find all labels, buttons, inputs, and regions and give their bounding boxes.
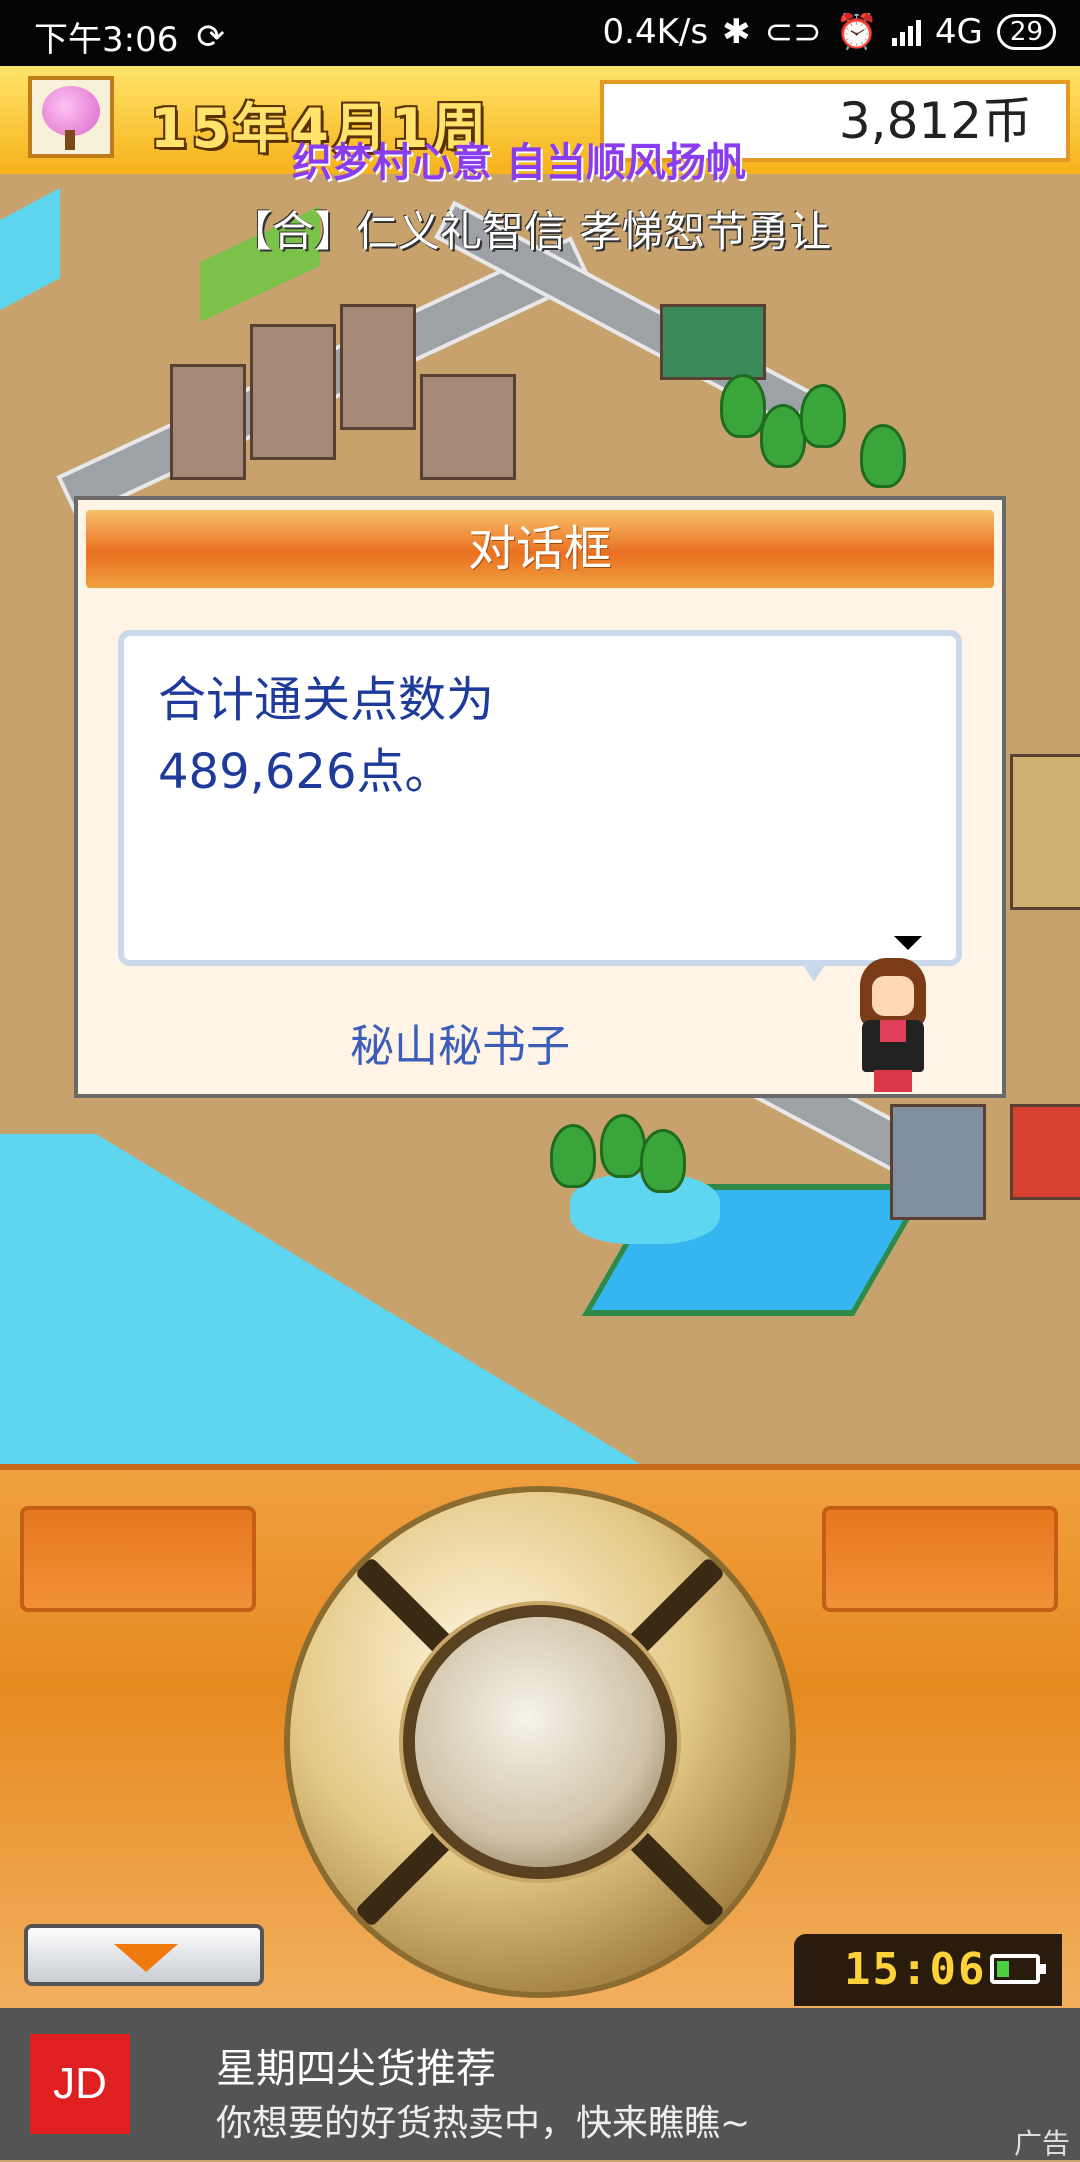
battery-icon — [990, 1954, 1046, 1984]
status-time: 下午3:06 — [34, 20, 179, 60]
dialog-box[interactable]: 对话框 合计通关点数为 489,626点。 秘山秘书子 — [74, 496, 1006, 1098]
bluetooth-icon: ✱ — [722, 12, 751, 52]
message-text: 合计通关点数为 489,626点。 — [158, 664, 918, 808]
ad-banner[interactable]: JD 星期四尖货推荐 你想要的好货热卖中，快来瞧瞧~ 广告 — [0, 2008, 1080, 2160]
clock-time: 15:06 — [844, 1944, 987, 1995]
season-tree-icon[interactable] — [28, 76, 114, 158]
next-arrow-icon[interactable] — [894, 936, 922, 950]
control-panel: 15:06 — [0, 1464, 1080, 2014]
toggle-icon: ⊂⊃ — [764, 12, 822, 52]
jd-logo: JD — [30, 2034, 130, 2134]
game-clock: 15:06 — [794, 1934, 1062, 2006]
message-line-1: 合计通关点数为 — [158, 672, 495, 728]
status-bar: 下午3:06 ⟳ 0.4K/s ✱ ⊂⊃ ⏰ 4G 29 — [0, 0, 1080, 66]
left-soft-button[interactable] — [20, 1506, 256, 1612]
ad-label: 广告 — [1013, 2127, 1070, 2160]
right-soft-button[interactable] — [822, 1506, 1058, 1612]
secretary-avatar — [844, 958, 944, 1092]
speaker-name: 秘山秘书子 — [350, 1021, 570, 1072]
dial-center-button[interactable] — [415, 1617, 665, 1867]
ad-subtitle: 你想要的好货热卖中，快来瞧瞧~ — [216, 2103, 751, 2144]
village-motto-banner: 【合】仁义礼智信 孝悌恕节勇让 — [230, 207, 832, 256]
village-slogan: 织梦村心意 自当顺风扬帆 — [292, 140, 746, 186]
alarm-icon: ⏰ — [835, 12, 878, 52]
signal-icon — [891, 18, 921, 46]
dialog-title: 对话框 — [86, 510, 994, 588]
network-speed: 0.4K/s — [602, 12, 709, 52]
message-line-2: 489,626点。 — [158, 744, 453, 800]
message-bubble[interactable]: 合计通关点数为 489,626点。 — [118, 630, 962, 966]
collapse-menu-button[interactable] — [24, 1924, 264, 1986]
sync-icon: ⟳ — [196, 16, 225, 57]
battery-indicator: 29 — [996, 14, 1056, 50]
bubble-tail — [800, 960, 828, 982]
directional-dial[interactable] — [290, 1492, 790, 1992]
network-type: 4G — [934, 12, 983, 52]
ad-title: 星期四尖货推荐 — [216, 2046, 496, 2092]
